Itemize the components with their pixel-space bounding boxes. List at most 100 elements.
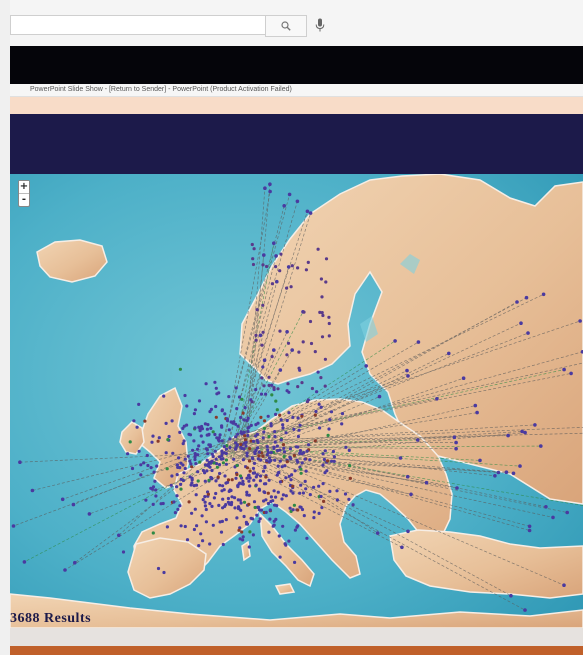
location-dot [455,486,459,490]
zoom-out-button[interactable]: - [19,193,29,205]
location-dot [232,420,236,424]
location-dot [312,510,316,514]
location-dot [235,463,239,468]
location-dot [308,319,313,324]
location-dot [251,439,256,443]
location-dot [278,368,283,372]
location-dot [273,434,277,439]
location-dot [183,524,187,529]
location-dot [241,535,245,539]
location-dot [321,463,325,467]
search-input[interactable] [10,15,265,35]
location-dot [569,371,573,376]
location-dot [260,343,264,347]
search-button[interactable] [265,15,307,37]
location-dot [284,431,288,435]
location-dot [274,254,278,258]
location-dot [259,392,264,396]
location-dot [265,445,269,449]
location-dot [276,387,280,391]
location-dot [142,461,146,465]
location-dot [239,501,243,505]
location-dot [327,321,331,326]
location-dot [348,464,352,468]
location-dot [30,488,35,493]
location-dot [167,434,171,439]
location-dot [146,463,150,468]
location-dot [240,482,244,486]
location-dot [204,447,208,451]
location-dot [300,414,304,418]
location-dot [252,500,257,504]
location-dot [347,448,351,452]
location-dot [318,310,322,314]
location-dot [190,465,194,469]
location-dot [254,434,258,438]
location-dot [257,454,261,458]
location-dot [214,404,218,409]
location-dot [309,341,314,346]
location-dot [175,494,179,498]
location-dot [235,516,239,520]
location-dot [319,494,323,499]
location-dot [176,465,180,469]
location-dot [329,410,334,414]
location-dot [219,457,224,461]
voice-search-button[interactable] [310,15,330,35]
location-dot [193,455,197,459]
location-dot [295,525,299,529]
location-dot [435,397,439,401]
location-dot [262,384,266,388]
europe-map[interactable] [10,174,583,628]
location-dot [187,500,191,504]
location-dot [317,484,321,488]
corsica [241,540,251,562]
location-dot [344,445,348,449]
location-dot [193,507,197,511]
location-dot [454,446,458,451]
location-dot [253,450,257,454]
location-dot [177,456,181,460]
location-dot [316,370,320,374]
location-dot [179,461,183,465]
location-dot [247,502,251,506]
location-dot [297,428,301,432]
location-dot [308,458,312,462]
location-dot [227,428,231,432]
location-dot [143,419,147,423]
location-dot [270,393,274,397]
location-dot [213,380,217,384]
location-dot [320,506,324,510]
location-dot [258,479,262,483]
location-dot [303,457,307,461]
location-dot [239,442,243,447]
location-dot [224,458,228,462]
location-dot [235,407,239,411]
location-dot [165,525,169,529]
location-dot [299,471,303,475]
location-dot [87,512,92,516]
location-dot [195,447,200,451]
location-dot [241,411,245,415]
location-dot [254,387,258,392]
location-dot [206,492,210,496]
zoom-in-button[interactable]: + [19,181,29,193]
location-dot [409,492,413,497]
location-dot [293,560,297,564]
location-dot [302,514,306,518]
location-dot [272,523,276,527]
location-dot [270,282,274,286]
location-dot [281,493,285,497]
location-dot [415,438,420,442]
location-dot [578,319,582,323]
location-dot [274,265,278,269]
location-dot [424,480,429,485]
location-dot [285,286,289,290]
location-dot [314,409,318,414]
location-dot [206,423,210,427]
location-dot [197,425,201,429]
location-dot [165,467,169,471]
location-dot [137,449,141,453]
location-dot [248,530,252,534]
location-dot [268,182,272,186]
